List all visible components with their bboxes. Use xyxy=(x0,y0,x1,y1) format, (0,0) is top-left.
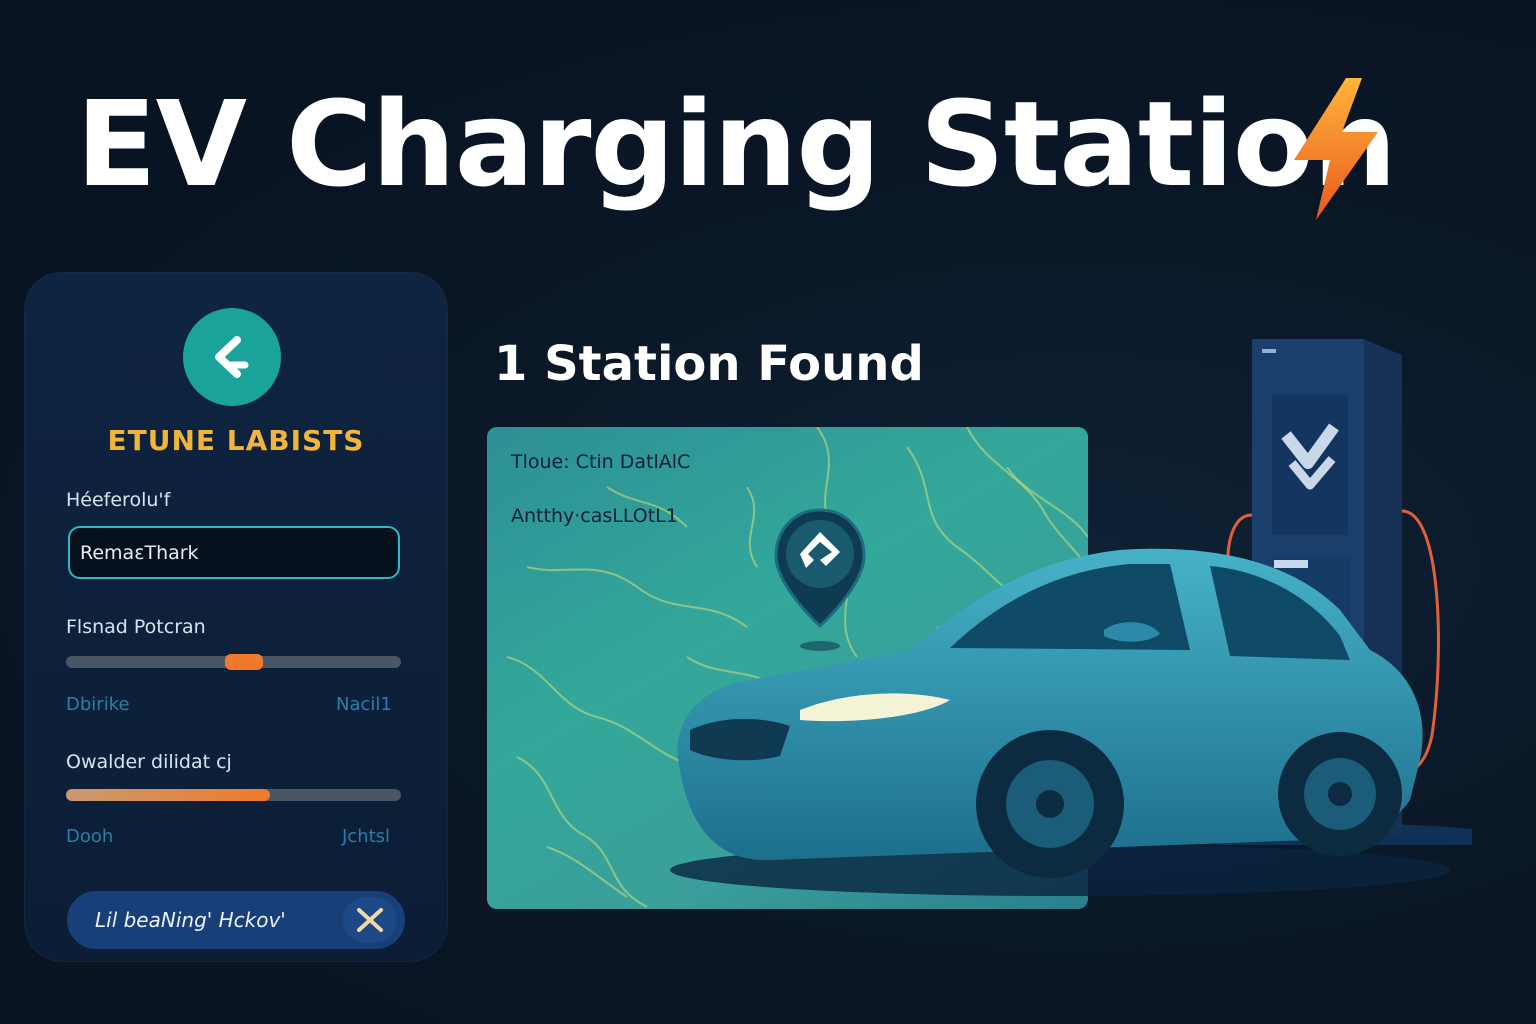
close-icon[interactable] xyxy=(343,897,397,943)
location-input[interactable] xyxy=(68,526,400,579)
slider1-thumb[interactable] xyxy=(224,654,263,670)
panel-heading: ETUNE LABISTS xyxy=(107,424,365,457)
back-button[interactable] xyxy=(183,308,281,406)
slider1-track[interactable] xyxy=(66,654,401,670)
slider2-min-label: Dooh xyxy=(66,826,114,847)
lightning-bolt-icon xyxy=(1294,78,1378,220)
slider2-fill xyxy=(66,789,271,801)
input-label: Héeferolu'f xyxy=(66,489,171,511)
dismiss-button-label: Lil beaNing' Hckov' xyxy=(95,908,286,932)
slider2-max-label: Jchtsl xyxy=(342,826,391,847)
slider2-track[interactable] xyxy=(66,789,401,801)
location-pin-icon[interactable] xyxy=(770,506,870,656)
slider2-label: Owalder dilidat cj xyxy=(66,751,232,773)
chevron-left-icon xyxy=(215,336,249,378)
slider1-label: Flsnad Potcran xyxy=(66,616,206,638)
slider1-max-label: Nacil1 xyxy=(336,694,392,715)
map-info-line-2: Antthy·casLLOtL1 xyxy=(511,505,678,527)
map-info-line-1: Tloue: Ctin DatlAlC xyxy=(511,451,691,473)
results-count: 1 Station Found xyxy=(494,336,924,392)
page-title: EV Charging Station xyxy=(76,75,1397,213)
dismiss-button[interactable]: Lil beaNing' Hckov' xyxy=(67,891,405,949)
slider1-min-label: Dbirike xyxy=(66,694,130,715)
